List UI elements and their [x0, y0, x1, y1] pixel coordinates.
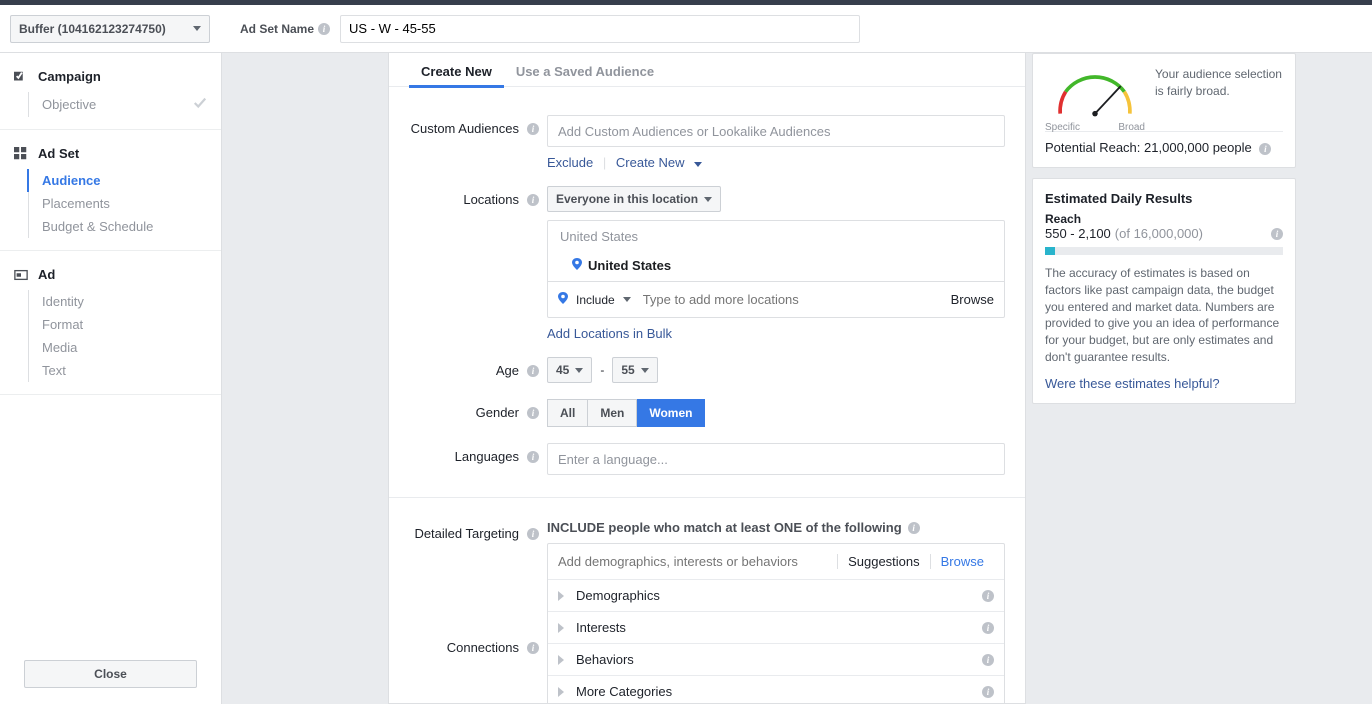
reach-range: 550 - 2,100	[1045, 226, 1111, 241]
ad-icon	[14, 268, 28, 282]
edr-title: Estimated Daily Results	[1045, 191, 1283, 206]
locations-label: Locations	[463, 192, 519, 207]
caret-down-icon	[575, 368, 583, 373]
info-icon: i	[527, 365, 539, 377]
bulk-locations-link[interactable]: Add Locations in Bulk	[547, 326, 672, 341]
suggestions-link[interactable]: Suggestions	[837, 554, 930, 569]
form-card: Create New Use a Saved Audience Custom A…	[388, 53, 1026, 704]
info-icon: i	[527, 528, 539, 540]
chevron-right-icon	[558, 687, 564, 697]
nav-objective[interactable]: Objective	[30, 92, 221, 117]
info-icon: i	[527, 451, 539, 463]
info-icon: i	[982, 686, 994, 698]
info-icon: i	[982, 654, 994, 666]
create-new-link[interactable]: Create New	[616, 155, 702, 170]
adset-name-input[interactable]	[340, 15, 860, 43]
nav-format[interactable]: Format	[30, 313, 221, 336]
gender-men[interactable]: Men	[588, 399, 637, 427]
category-demographics[interactable]: Demographicsi	[548, 579, 1004, 611]
nav-adset[interactable]: Ad Set	[0, 146, 221, 161]
caret-down-icon	[193, 26, 201, 31]
custom-audiences-label: Custom Audiences	[411, 121, 519, 136]
info-icon: i	[982, 590, 994, 602]
gender-label: Gender	[476, 405, 519, 420]
browse-locations[interactable]: Browse	[951, 292, 994, 307]
browse-targeting[interactable]: Browse	[930, 554, 994, 569]
nav-campaign[interactable]: Campaign	[0, 69, 221, 84]
category-interests[interactable]: Interestsi	[548, 611, 1004, 643]
nav-identity[interactable]: Identity	[30, 290, 221, 313]
adset-name-label: Ad Set Name i	[240, 22, 330, 36]
pin-icon	[572, 258, 582, 273]
age-max-dropdown[interactable]: 55	[612, 357, 657, 383]
header-bar: Buffer (104162123274750) Ad Set Name i	[0, 5, 1372, 53]
gauge-icon: SpecificBroad	[1045, 66, 1145, 121]
tab-saved-audience[interactable]: Use a Saved Audience	[504, 53, 666, 87]
info-icon: i	[527, 642, 539, 654]
audience-definition-card: SpecificBroad Your audience selection is…	[1032, 53, 1296, 168]
location-country-header: United States	[548, 221, 1004, 252]
location-scope-dropdown[interactable]: Everyone in this location	[547, 186, 721, 212]
info-icon: i	[527, 194, 539, 206]
grid-icon	[14, 147, 28, 161]
nav-budget[interactable]: Budget & Schedule	[30, 215, 221, 238]
estimate-footnote: The accuracy of estimates is based on fa…	[1045, 265, 1283, 366]
info-icon: i	[1259, 143, 1271, 155]
account-selector[interactable]: Buffer (104162123274750)	[10, 15, 210, 43]
include-dropdown[interactable]: Include	[558, 292, 631, 307]
languages-input[interactable]	[547, 443, 1005, 475]
audience-definition-text: Your audience selection is fairly broad.	[1145, 66, 1283, 121]
left-nav: Campaign Objective Ad Set Audience	[0, 53, 222, 704]
close-button[interactable]: Close	[24, 660, 197, 688]
chevron-right-icon	[558, 591, 564, 601]
exclude-link[interactable]: Exclude	[547, 155, 593, 170]
location-search-input[interactable]	[639, 288, 951, 311]
info-icon: i	[527, 407, 539, 419]
age-label: Age	[496, 363, 519, 378]
helpful-link[interactable]: Were these estimates helpful?	[1045, 376, 1220, 391]
nav-audience[interactable]: Audience	[30, 169, 221, 192]
checkmark-icon	[193, 96, 207, 113]
category-behaviors[interactable]: Behaviorsi	[548, 643, 1004, 675]
caret-down-icon	[704, 197, 712, 202]
potential-reach-value: 21,000,000 people	[1144, 140, 1252, 155]
nav-ad[interactable]: Ad	[0, 267, 221, 282]
estimated-results-card: Estimated Daily Results Reach 550 - 2,10…	[1032, 178, 1296, 404]
nav-placements[interactable]: Placements	[30, 192, 221, 215]
nav-text[interactable]: Text	[30, 359, 221, 382]
info-icon: i	[982, 622, 994, 634]
info-icon: i	[908, 522, 920, 534]
chevron-right-icon	[558, 623, 564, 633]
info-icon: i	[527, 123, 539, 135]
tab-create-new[interactable]: Create New	[409, 53, 504, 87]
info-icon: i	[1271, 228, 1283, 240]
reach-progress	[1045, 247, 1283, 255]
detailed-targeting-input[interactable]	[558, 548, 837, 575]
caret-down-icon	[623, 297, 631, 302]
chevron-right-icon	[558, 655, 564, 665]
location-item[interactable]: United States	[548, 252, 1004, 281]
nav-media[interactable]: Media	[30, 336, 221, 359]
account-name: Buffer (104162123274750)	[19, 22, 166, 36]
pin-icon	[558, 292, 568, 307]
reach-title: Reach	[1045, 212, 1283, 226]
detailed-targeting-label: Detailed Targeting	[414, 526, 519, 541]
languages-label: Languages	[455, 449, 519, 464]
caret-down-icon	[694, 162, 702, 167]
category-more[interactable]: More Categoriesi	[548, 675, 1004, 704]
age-min-dropdown[interactable]: 45	[547, 357, 592, 383]
checklist-icon	[14, 70, 28, 84]
connections-label: Connections	[447, 640, 519, 655]
custom-audiences-input[interactable]	[547, 115, 1005, 147]
info-icon: i	[318, 23, 330, 35]
gender-all[interactable]: All	[547, 399, 588, 427]
caret-down-icon	[641, 368, 649, 373]
gender-women[interactable]: Women	[637, 399, 705, 427]
